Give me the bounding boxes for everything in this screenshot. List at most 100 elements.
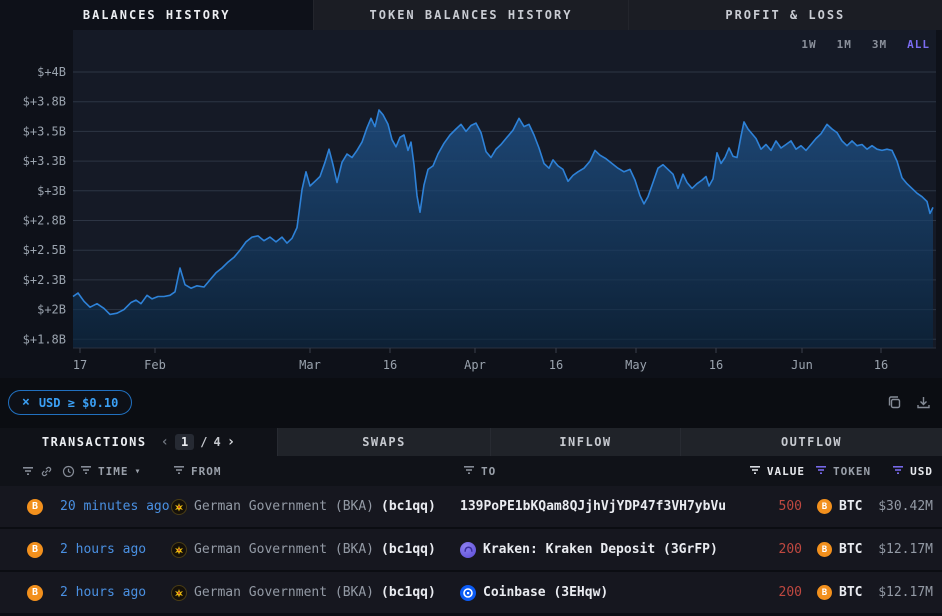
tx-time[interactable]: 2 hours ago [60,572,146,613]
y-axis-label: $+3B [37,184,66,198]
x-axis-label: 16 [874,358,888,372]
transaction-row[interactable]: B 20 minutes ago German Government (BKA) … [0,486,942,527]
chain-cell: B [27,486,43,527]
to-cell[interactable]: 139PoPE1bKQam8QJjhVjYDP47f3VH7ybVu [460,486,726,527]
time-column-header[interactable]: TIME ▾ [80,456,142,486]
transaction-row[interactable]: B 2 hours ago German Government (BKA) (bc… [0,572,942,613]
token-cell: B BTC [817,529,862,570]
filter-funnel-icon[interactable] [892,465,904,475]
from-entity-name[interactable]: German Government (BKA) [194,542,374,557]
from-entity-address[interactable]: (bc1qq) [381,542,436,557]
balances-history-chart[interactable]: $+4B$+3.8B$+3.5B$+3.3B$+3B$+2.8B$+2.5B$+… [0,30,942,378]
filter-chip-label: USD ≥ $0.10 [39,396,118,410]
btc-icon: B [817,499,832,514]
y-axis-label: $+1.8B [23,332,66,346]
german-government-icon [171,585,187,601]
table-tab-inflow[interactable]: INFLOW [490,428,680,456]
x-axis-label: Feb [144,358,166,372]
token-name: BTC [839,542,862,557]
filter-funnel-icon[interactable] [80,465,92,475]
y-axis-label: $+3.8B [23,95,66,109]
token-name: BTC [839,585,862,600]
tx-time[interactable]: 2 hours ago [60,529,146,570]
clock-icon [62,456,75,486]
filter-funnel-icon[interactable] [463,465,475,475]
filter-funnel-icon[interactable] [749,465,761,475]
usd-filter-chip[interactable]: × USD ≥ $0.10 [8,390,132,415]
page-separator: / [200,435,207,449]
from-column-header[interactable]: FROM [173,456,222,486]
usd-value: $12.17M [878,572,933,613]
to-cell[interactable]: Kraken: Kraken Deposit (3GrFP) [460,529,718,570]
from-entity-address[interactable]: (bc1qq) [381,585,436,600]
chevron-down-icon[interactable]: ▾ [135,466,142,477]
x-axis-label: 16 [549,358,563,372]
btc-icon: B [27,542,43,558]
table-tab-label: TRANSACTIONS [42,435,147,449]
value-column-header[interactable]: VALUE [749,456,805,486]
top-tab-bar: BALANCES HISTORYTOKEN BALANCES HISTORYPR… [0,0,942,30]
y-axis-label: $+3.3B [23,154,66,168]
to-column-header[interactable]: TO [463,456,496,486]
top-tab-token-balances-history[interactable]: TOKEN BALANCES HISTORY [313,0,627,30]
from-cell[interactable]: German Government (BKA) (bc1qq) [171,529,436,570]
range-button-3m[interactable]: 3M [872,38,887,51]
current-page: 1 [175,434,194,450]
table-tab-label: INFLOW [559,435,611,449]
copy-icon[interactable] [886,394,903,411]
link-column-icon[interactable] [40,456,53,486]
range-button-all[interactable]: ALL [907,38,930,51]
remove-filter-icon[interactable]: × [22,395,30,410]
x-axis-label: Apr [464,358,486,372]
german-government-icon [171,499,187,515]
filter-funnel-icon[interactable] [22,466,34,476]
german-government-icon [171,542,187,558]
range-button-1w[interactable]: 1W [801,38,816,51]
to-entity-name[interactable]: Kraken: Kraken Deposit (3GrFP) [483,542,718,557]
to-cell[interactable]: Coinbase (3EHqw) [460,572,608,613]
top-tab-profit-loss[interactable]: PROFIT & LOSS [628,0,942,30]
transaction-row[interactable]: B 2 hours ago German Government (BKA) (bc… [0,529,942,570]
token-column-header[interactable]: TOKEN [815,456,871,486]
y-axis-label: $+3.5B [23,124,66,138]
time-range-selector: 1W 1M 3M ALL [801,38,930,51]
token-cell: B BTC [817,572,862,613]
btc-icon: B [27,499,43,515]
x-axis-label: May [625,358,647,372]
table-tab-swaps[interactable]: SWAPS [277,428,490,456]
y-axis-label: $+2.8B [23,214,66,228]
value-amount: 200 [779,529,802,570]
filter-funnel-icon[interactable] [815,465,827,475]
filter-chain-column-icon[interactable] [22,456,34,486]
range-button-1m[interactable]: 1M [837,38,852,51]
to-entity-name[interactable]: Coinbase (3EHqw) [483,585,608,600]
value-amount: 200 [779,572,802,613]
btc-icon: B [27,585,43,601]
from-entity-address[interactable]: (bc1qq) [381,499,436,514]
x-axis-label: Jun [791,358,813,372]
usd-column-header[interactable]: USD [892,456,933,486]
tx-time[interactable]: 20 minutes ago [60,486,170,527]
prev-page-icon[interactable]: ‹ [161,434,169,450]
usd-value: $12.17M [878,529,933,570]
from-cell[interactable]: German Government (BKA) (bc1qq) [171,486,436,527]
transactions-table: B 20 minutes ago German Government (BKA) … [0,486,942,613]
from-cell[interactable]: German Government (BKA) (bc1qq) [171,572,436,613]
y-axis-label: $+2.3B [23,273,66,287]
coinbase-icon [460,585,476,601]
next-page-icon[interactable]: › [227,434,235,450]
table-tab-label: SWAPS [362,435,406,449]
filter-funnel-icon[interactable] [173,465,185,475]
x-axis-label: Mar [299,358,321,372]
top-tab-balances-history[interactable]: BALANCES HISTORY [0,0,313,30]
filter-toolbar: × USD ≥ $0.10 [0,378,942,428]
x-axis-label: 16 [383,358,397,372]
y-axis-label: $+2.5B [23,243,66,257]
download-icon[interactable] [915,394,932,411]
to-address[interactable]: 139PoPE1bKQam8QJjhVjYDP47f3VH7ybVu [460,499,726,514]
table-tab-outflow[interactable]: OUTFLOW [680,428,942,456]
token-name: BTC [839,499,862,514]
from-entity-name[interactable]: German Government (BKA) [194,585,374,600]
from-entity-name[interactable]: German Government (BKA) [194,499,374,514]
table-tab-transactions[interactable]: TRANSACTIONS‹1/4› [0,428,277,456]
